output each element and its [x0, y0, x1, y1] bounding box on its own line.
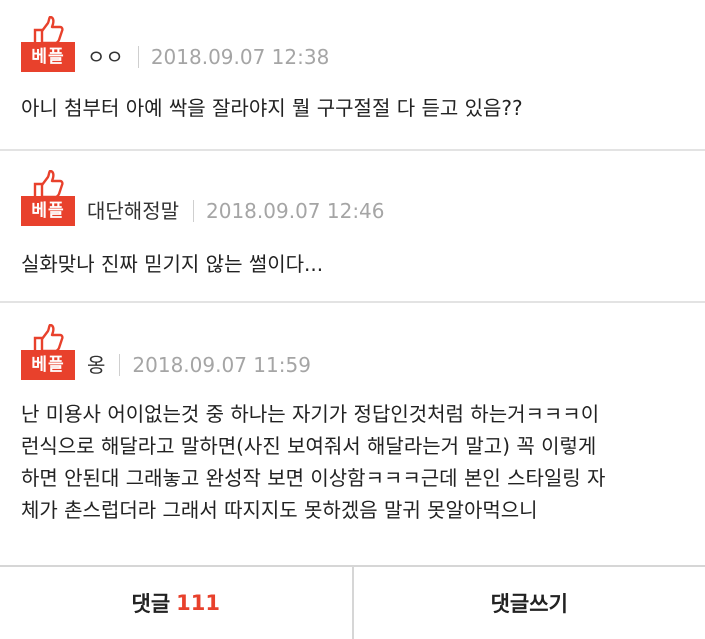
comment-item: 베플 ㅇㅇ 2018.09.07 12:38 아니 첨부터 아예 싹을 잘라야지…	[0, 0, 705, 150]
comment-date: 2018.09.07 12:46	[206, 199, 385, 223]
write-comment-button[interactable]: 댓글쓰기	[354, 567, 705, 639]
comment-date: 2018.09.07 12:38	[150, 45, 330, 69]
best-badge: 베플	[21, 170, 75, 226]
comment-nickname[interactable]: 대단해정말	[87, 196, 179, 226]
comment-meta: 베플 옹 2018.09.07 11:59	[21, 324, 311, 380]
best-label: 베플	[21, 196, 75, 226]
comment-nickname[interactable]: ㅇㅇ	[87, 42, 124, 72]
best-label: 베플	[21, 42, 75, 72]
comment-nickname[interactable]: 옹	[87, 350, 105, 380]
meta-separator	[119, 354, 121, 376]
comment-text: 아니 첨부터 아예 싹을 잘라야지 뭘 구구절절 다 듣고 있음??	[21, 96, 523, 120]
comment-text: 난 미용사 어이없는것 중 하나는 자기가 정답인것처럼 하는거ㅋㅋㅋ이 런식으…	[21, 402, 606, 522]
best-badge: 베플	[21, 324, 75, 380]
best-badge: 베플	[21, 16, 75, 72]
thumbs-up-icon	[33, 16, 64, 44]
comments-count: 111	[176, 591, 220, 615]
thumbs-up-icon	[33, 170, 64, 198]
best-label: 베플	[21, 350, 75, 380]
write-comment-label: 댓글쓰기	[490, 592, 568, 616]
comment-meta: 베플 ㅇㅇ 2018.09.07 12:38	[21, 16, 329, 72]
comment-text: 실화맞나 진짜 믿기지 않는 썰이다...	[21, 252, 324, 276]
comments-button[interactable]: 댓글 111	[0, 567, 352, 639]
comment-item: 베플 옹 2018.09.07 11:59 난 미용사 어이없는것 중 하나는 …	[0, 302, 705, 566]
meta-separator	[193, 200, 194, 222]
meta-separator	[137, 46, 139, 68]
comment-date: 2018.09.07 11:59	[132, 353, 311, 377]
comments-label: 댓글	[131, 592, 171, 616]
comment-item: 베플 대단해정말 2018.09.07 12:46 실화맞나 진짜 믿기지 않는…	[0, 150, 705, 302]
bottom-action-bar: 댓글 111 댓글쓰기	[0, 567, 705, 639]
thumbs-up-icon	[33, 324, 64, 352]
comment-meta: 베플 대단해정말 2018.09.07 12:46	[21, 170, 385, 226]
